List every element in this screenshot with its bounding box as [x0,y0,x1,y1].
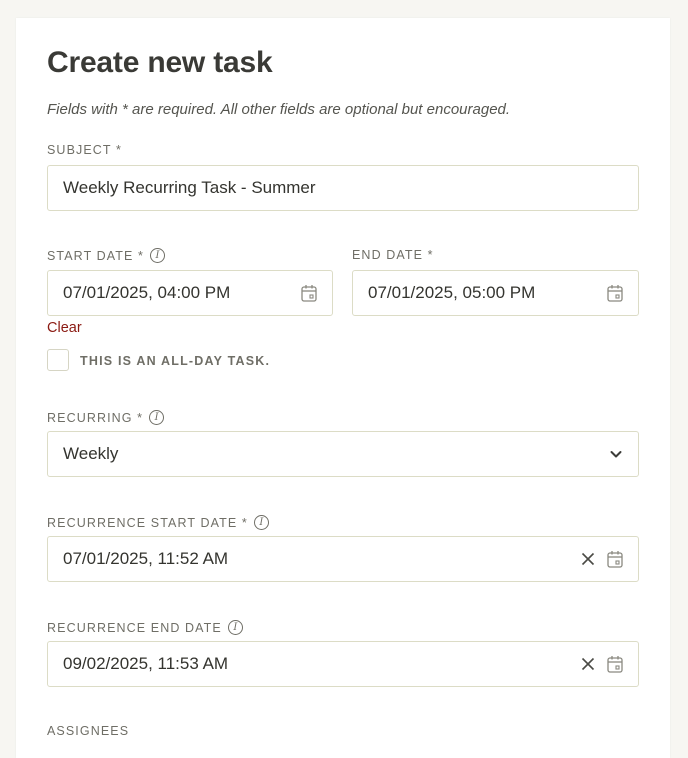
create-task-form: Create new task Fields with * are requir… [16,18,670,758]
clear-start-date-link[interactable]: Clear [47,320,82,336]
start-date-label-text: START DATE * [47,248,145,263]
recurring-label-text: RECURRING * [47,410,144,425]
assignees-label-text: ASSIGNEES [47,724,130,738]
close-icon[interactable] [581,657,595,671]
assignees-label: ASSIGNEES [47,724,129,738]
recurrence-end-value[interactable]: 09/02/2025, 11:53 AM [63,654,581,674]
recurrence-end-label: RECURRENCE END DATE i [47,620,243,635]
recurrence-start-value[interactable]: 07/01/2025, 11:52 AM [63,549,581,569]
subject-label-text: SUBJECT * [47,143,122,157]
required-fields-hint: Fields with * are required. All other fi… [47,101,511,118]
all-day-checkbox[interactable] [47,349,69,371]
recurring-label: RECURRING * i [47,410,165,425]
calendar-icon[interactable] [607,550,623,568]
page-title: Create new task [47,46,273,79]
end-date-field[interactable]: 07/01/2025, 05:00 PM [352,270,639,316]
calendar-icon[interactable] [607,284,623,302]
subject-label: SUBJECT * [47,143,122,157]
recurring-value[interactable]: Weekly [63,444,609,464]
start-date-value[interactable]: 07/01/2025, 04:00 PM [63,283,301,303]
calendar-icon[interactable] [301,284,317,302]
recurrence-end-label-text: RECURRENCE END DATE [47,620,222,635]
calendar-icon[interactable] [607,655,623,673]
info-icon[interactable]: i [149,410,165,425]
info-icon[interactable]: i [150,248,166,263]
recurrence-start-label-text: RECURRENCE START DATE * [47,515,248,530]
subject-field[interactable]: Weekly Recurring Task - Summer [47,165,639,211]
end-date-label: END DATE * [352,248,434,262]
info-icon[interactable]: i [253,515,269,530]
all-day-label[interactable]: THIS IS AN ALL-DAY TASK. [80,354,270,368]
end-date-label-text: END DATE * [352,248,434,262]
start-date-label: START DATE * i [47,248,166,263]
recurrence-end-field[interactable]: 09/02/2025, 11:53 AM [47,641,639,687]
recurring-select[interactable]: Weekly [47,431,639,477]
close-icon[interactable] [581,552,595,566]
info-icon[interactable]: i [227,620,243,635]
recurrence-start-field[interactable]: 07/01/2025, 11:52 AM [47,536,639,582]
subject-value[interactable]: Weekly Recurring Task - Summer [63,178,623,198]
start-date-field[interactable]: 07/01/2025, 04:00 PM [47,270,333,316]
recurrence-start-label: RECURRENCE START DATE * i [47,515,269,530]
end-date-value[interactable]: 07/01/2025, 05:00 PM [368,283,607,303]
chevron-down-icon[interactable] [609,447,623,461]
